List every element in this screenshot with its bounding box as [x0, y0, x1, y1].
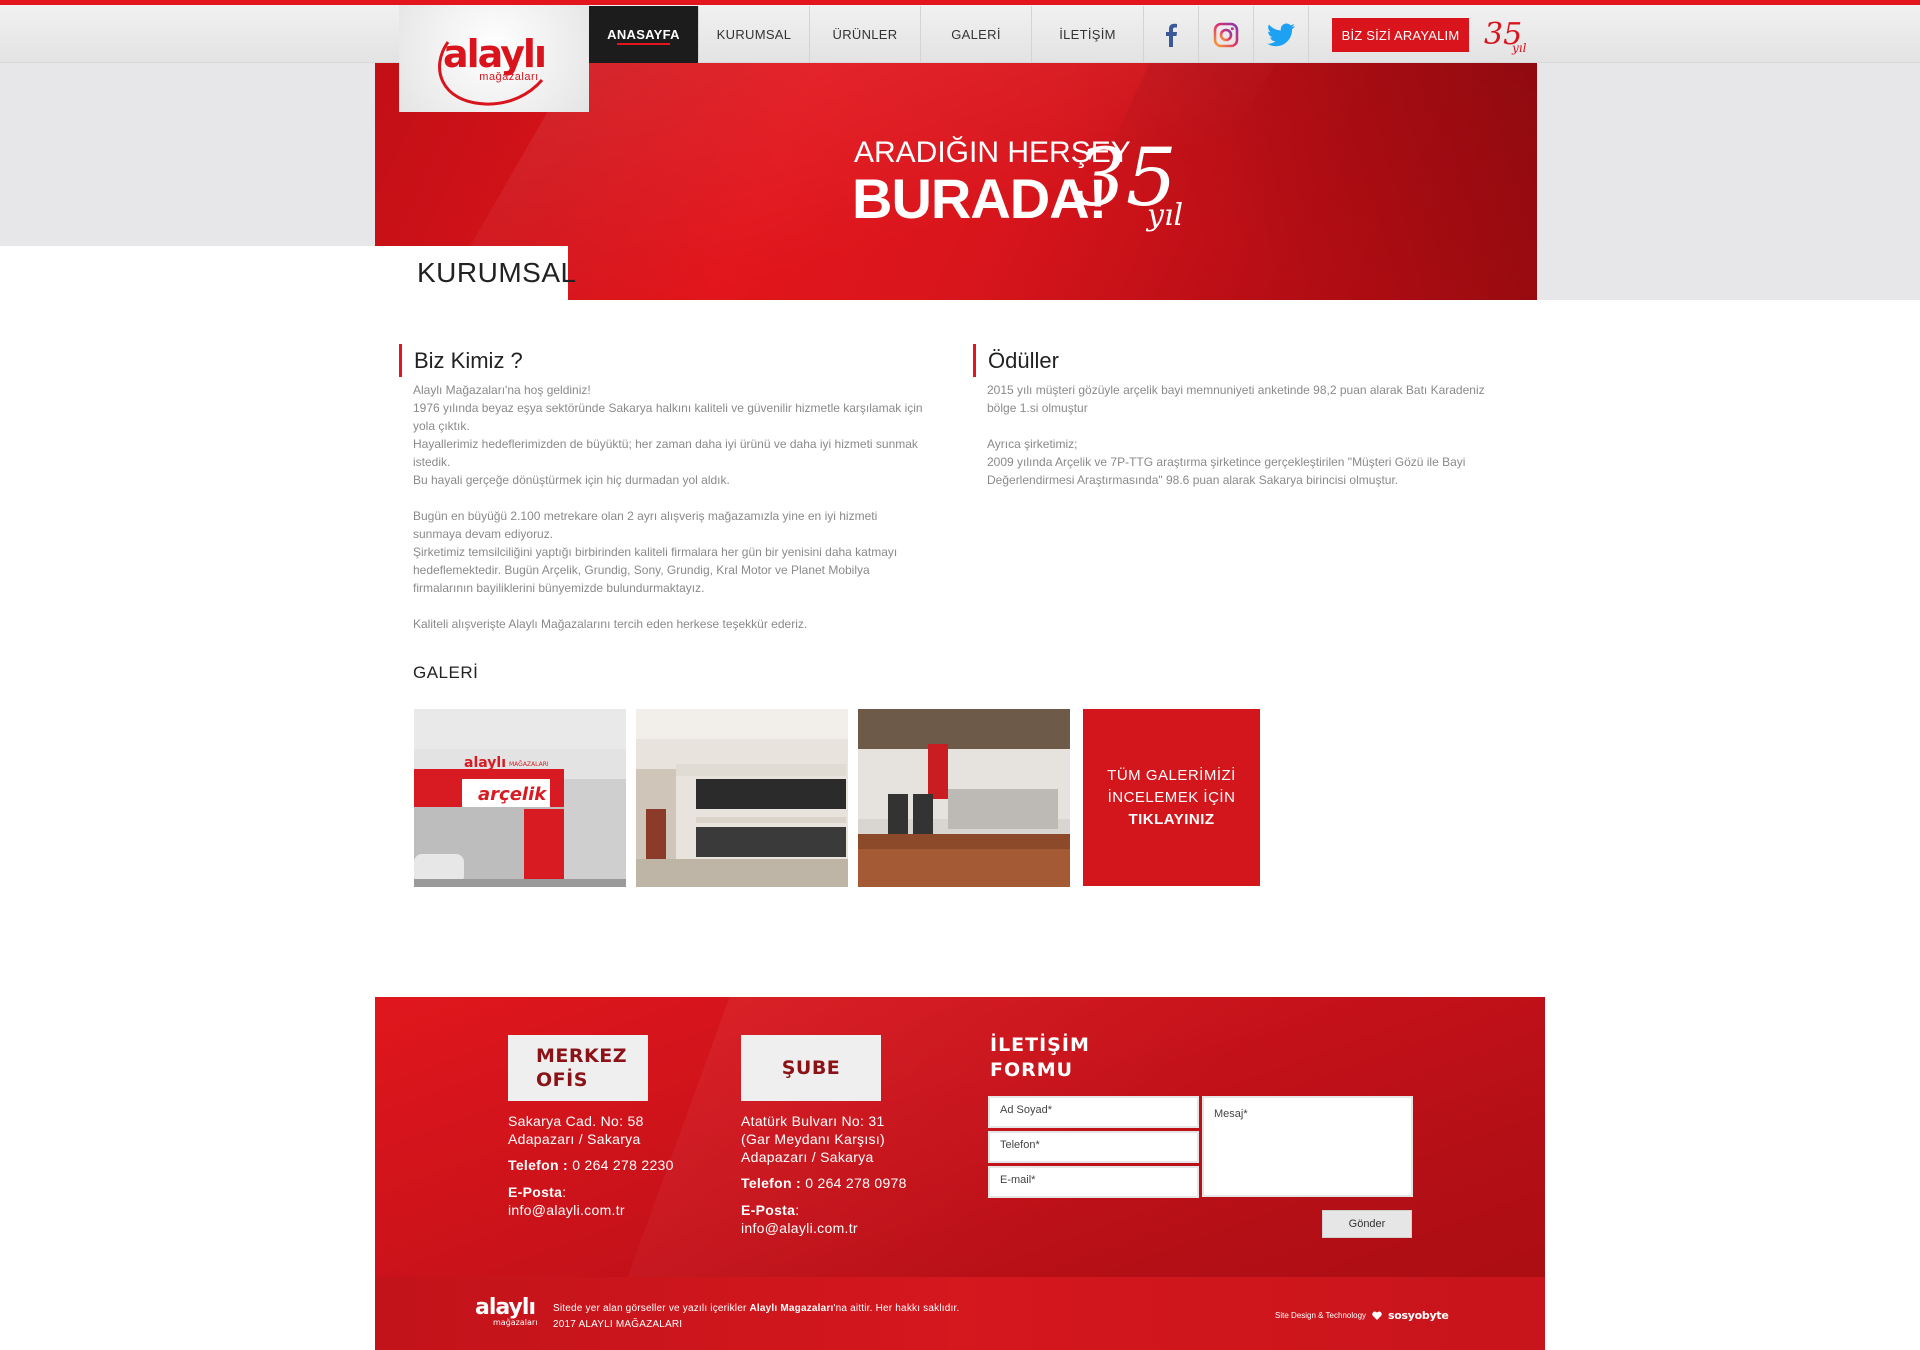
nav-iletisim[interactable]: İLETİŞİM [1032, 6, 1144, 63]
gallery-cta-line1: TÜM GALERİMİZİ [1107, 766, 1236, 784]
about-text: Alaylı Mağazaları'na hoş geldiniz! 1976 … [413, 383, 923, 631]
branch-phone-row: Telefon : 0 264 278 0978 [741, 1174, 907, 1192]
gallery-image-interior-1[interactable] [636, 709, 848, 887]
office-address: Sakarya Cad. No: 58 Adapazarı / Sakarya [508, 1113, 644, 1147]
page: alaylı mağazaları ANASAYFA KURUMSAL ÜRÜN… [0, 0, 1920, 1350]
interior-photo-1 [636, 709, 848, 887]
branch-email[interactable]: info@alayli.com.tr [741, 1220, 858, 1236]
badge-word: yıl [1511, 41, 1527, 55]
branch-email-row: E-Posta: info@alayli.com.tr [741, 1202, 858, 1236]
instagram-link[interactable] [1199, 6, 1254, 63]
branch-phone-label: Telefon : [741, 1175, 801, 1191]
storefront-sign-text: alaylı [464, 755, 506, 771]
nav-kurumsal-label: KURUMSAL [716, 27, 792, 42]
storefront-photo: alaylı MAĞAZALARI arçelik [414, 709, 626, 887]
hero-anniversary-icon: 35 yıl [1075, 131, 1183, 233]
credit-label: Site Design & Technology [1275, 1311, 1367, 1320]
name-input[interactable]: Ad Soyad* [988, 1096, 1199, 1128]
footer: MERKEZ OFİS Sakarya Cad. No: 58 Adapazar… [375, 997, 1545, 1350]
hero-anniversary-word: yıl [1145, 198, 1183, 233]
storefront-sign-subtext: MAĞAZALARI [509, 761, 549, 768]
footer-logo-subtitle: mağazaları [493, 1318, 538, 1327]
awards-title: Ödüller [973, 344, 1059, 377]
footer-logo-text: alaylı [475, 1295, 536, 1320]
hero-headline-large: BURADA! [852, 167, 1107, 230]
copyright-pre: Sitede yer alan görseller ve yazılı içer… [553, 1303, 750, 1314]
header-background-right [1537, 246, 1920, 300]
awards-text: 2015 yılı müşteri gözüyle arçelik bayi m… [987, 383, 1485, 487]
gallery-cta-line2: İNCELEMEK İÇİN [1107, 788, 1236, 806]
twitter-link[interactable] [1254, 6, 1309, 63]
nav-kurumsal[interactable]: KURUMSAL [699, 6, 810, 63]
anniversary-badge-icon: 35 yıl [1484, 17, 1527, 55]
email-input[interactable]: E-mail* [988, 1166, 1199, 1198]
about-title: Biz Kimiz ? [399, 344, 523, 377]
message-input[interactable]: Mesaj* [1202, 1096, 1413, 1197]
office-email[interactable]: info@alayli.com.tr [508, 1202, 625, 1218]
nav-iletisim-label: İLETİŞİM [1059, 27, 1116, 42]
storefront-brand-text: arçelik [478, 784, 547, 805]
office-phone[interactable]: 0 264 278 2230 [572, 1157, 674, 1173]
logo-wordmark: alaylı [443, 31, 547, 76]
nav-galeri-label: GALERİ [951, 27, 1001, 42]
office-email-label: E-Posta [508, 1184, 563, 1200]
gallery-see-all-button[interactable]: TÜM GALERİMİZİ İNCELEMEK İÇİN TIKLAYINIZ [1083, 709, 1260, 886]
instagram-icon [1213, 22, 1239, 47]
design-credit[interactable]: Site Design & Technology sosyobyte [1275, 1309, 1449, 1322]
branch-title: ŞUBE [741, 1035, 881, 1101]
copyright-year: 2017 ALAYLI MAĞAZALARI [553, 1319, 683, 1330]
nav-anasayfa[interactable]: ANASAYFA [589, 6, 699, 63]
nav-galeri[interactable]: GALERİ [921, 6, 1032, 63]
branch-phone[interactable]: 0 264 278 0978 [805, 1175, 907, 1191]
logo[interactable]: alaylı mağazaları [399, 5, 589, 112]
facebook-link[interactable] [1144, 6, 1199, 63]
active-underline [617, 43, 670, 45]
heart-icon [1372, 1311, 1382, 1320]
branch-address: Atatürk Bulvarı No: 31 (Gar Meydanı Karş… [741, 1113, 886, 1165]
interior-photo-2 [858, 709, 1070, 887]
office-phone-label: Telefon : [508, 1157, 568, 1173]
gallery-image-storefront[interactable]: alaylı MAĞAZALARI arçelik [414, 709, 626, 887]
office-title: MERKEZ OFİS [508, 1035, 648, 1101]
copyright-brand: Alaylı Magazaları [749, 1303, 834, 1314]
credit-brand: sosyobyte [1388, 1309, 1449, 1322]
call-me-button[interactable]: BİZ SİZİ ARAYALIM [1332, 18, 1469, 52]
gallery-image-interior-2[interactable] [858, 709, 1070, 887]
twitter-icon [1267, 22, 1295, 46]
copyright-post: 'na aittir. Her hakkı saklıdır. [833, 1303, 960, 1314]
contact-form-title: İLETİŞİM FORMU [990, 1034, 1090, 1081]
send-button[interactable]: Gönder [1322, 1210, 1412, 1238]
phone-input[interactable]: Telefon* [988, 1131, 1199, 1163]
gallery-title: GALERİ [413, 663, 479, 682]
copyright-text: Sitede yer alan görseller ve yazılı içer… [553, 1301, 959, 1333]
office-email-row: E-Posta: info@alayli.com.tr [508, 1184, 625, 1218]
nav-anasayfa-label: ANASAYFA [607, 27, 680, 42]
office-phone-row: Telefon : 0 264 278 2230 [508, 1156, 674, 1174]
footer-bottom-bar: alaylı mağazaları Sitede yer alan görsel… [375, 1277, 1545, 1350]
branch-email-label: E-Posta [741, 1202, 796, 1218]
nav-urunler-label: ÜRÜNLER [832, 27, 898, 42]
footer-logo[interactable]: alaylı mağazaları [475, 1297, 537, 1327]
facebook-icon [1166, 23, 1177, 47]
page-title: KURUMSAL [375, 246, 576, 300]
gallery-cta-line3: TIKLAYINIZ [1128, 810, 1215, 828]
nav-urunler[interactable]: ÜRÜNLER [810, 6, 921, 63]
